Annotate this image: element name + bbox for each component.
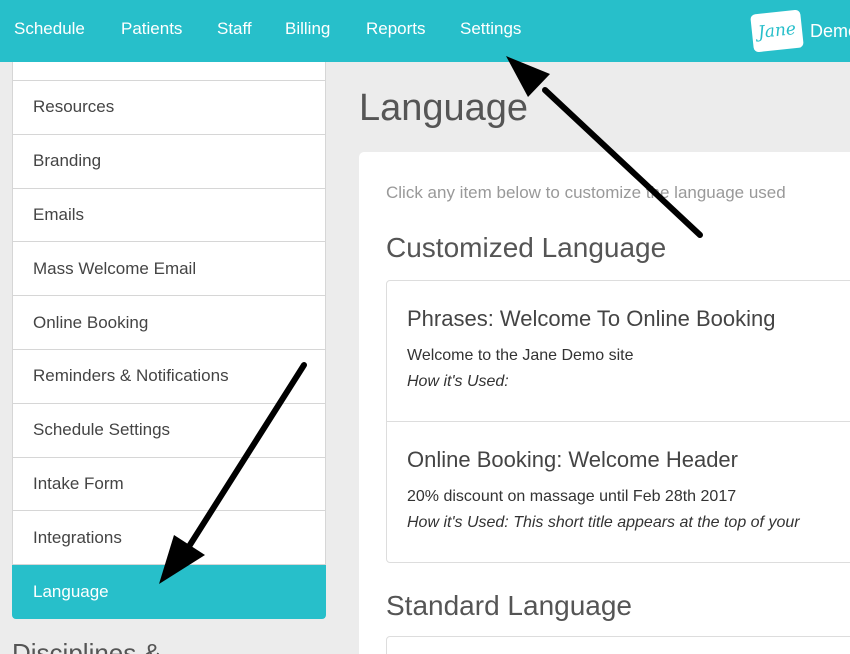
language-item[interactable]: Online Booking: Welcome Header 20% disco… <box>387 422 850 562</box>
language-item-usage: How it's Used: <box>407 373 509 390</box>
nav-settings[interactable]: Settings <box>460 19 521 39</box>
language-item-title: Phrases: Welcome To Online Booking <box>407 306 776 331</box>
nav-schedule[interactable]: Schedule <box>14 19 85 39</box>
brand[interactable]: Jane Demo <box>750 9 850 53</box>
jane-logo: Jane <box>750 9 804 53</box>
sidebar-item-online-booking[interactable]: Online Booking <box>12 296 326 350</box>
brand-text: Demo <box>810 20 850 41</box>
nav-patients[interactable]: Patients <box>121 19 182 39</box>
language-item-value: 20% discount on massage until Feb 28th 2… <box>407 488 737 505</box>
sidebar-item-intake-form[interactable]: Intake Form <box>12 457 326 512</box>
nav-staff[interactable]: Staff <box>217 19 252 39</box>
sidebar-item-integrations[interactable]: Integrations <box>12 511 326 566</box>
page-title: Language <box>359 87 529 129</box>
sidebar-section-heading: Disciplines & <box>12 638 161 654</box>
sidebar-item-branding[interactable]: Branding <box>12 134 326 189</box>
sidebar-item-language[interactable]: Language <box>12 565 326 619</box>
language-item-value: Welcome to the Jane Demo site <box>407 347 634 364</box>
top-nav: Schedule Patients Staff Billing Reports … <box>0 0 850 62</box>
customized-language-list: Phrases: Welcome To Online Booking Welco… <box>386 280 850 563</box>
sidebar-item-reminders-notifications[interactable]: Reminders & Notifications <box>12 349 326 404</box>
sidebar-item-resources[interactable]: Resources <box>12 81 326 135</box>
standard-language-heading: Standard Language <box>386 590 632 621</box>
sidebar-item-partial[interactable] <box>12 62 326 81</box>
customized-language-heading: Customized Language <box>386 232 667 263</box>
language-item-title: Online Booking: Welcome Header <box>407 447 738 472</box>
sidebar-item-schedule-settings[interactable]: Schedule Settings <box>12 403 326 458</box>
settings-sidebar: Resources Branding Emails Mass Welcome E… <box>12 62 326 619</box>
language-item-usage: How it's Used: This short title appears … <box>407 514 800 531</box>
standard-language-list <box>386 636 850 654</box>
nav-reports[interactable]: Reports <box>366 19 426 39</box>
language-item[interactable]: Phrases: Welcome To Online Booking Welco… <box>387 281 850 422</box>
nav-billing[interactable]: Billing <box>285 19 330 39</box>
intro-text: Click any item below to customize the la… <box>386 183 786 202</box>
sidebar-item-mass-welcome-email[interactable]: Mass Welcome Email <box>12 242 326 297</box>
sidebar-item-emails[interactable]: Emails <box>12 188 326 243</box>
